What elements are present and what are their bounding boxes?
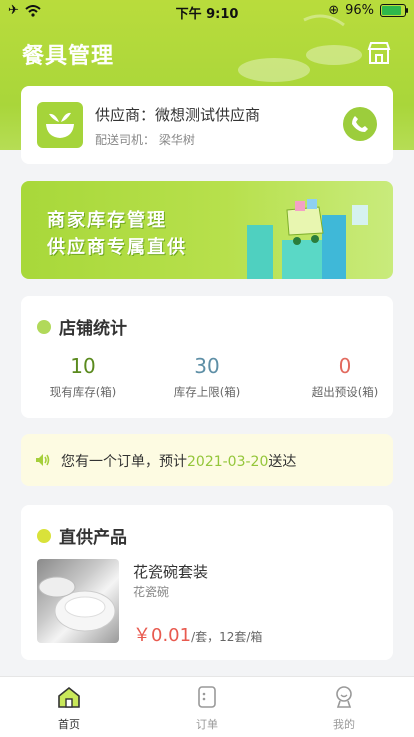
bowl-icon — [46, 112, 74, 138]
promo-banner[interactable]: 商家库存管理 供应商专属直供 — [21, 181, 393, 279]
bottom-tab-bar: 首页 订单 我的 — [0, 676, 414, 737]
notice-text: 您有一个订单，预计2021-03-20送达 — [61, 451, 296, 471]
banner-line1: 商家库存管理 — [47, 210, 167, 231]
notice-suffix: 送达 — [268, 454, 297, 470]
supplier-logo — [37, 102, 83, 148]
tab-orders[interactable]: 订单 — [177, 685, 237, 732]
call-button[interactable] — [343, 107, 377, 141]
battery-icon — [380, 4, 408, 17]
product-price: ￥0.01/套，12套/箱 — [133, 621, 262, 647]
supplier-card: 供应商：微想测试供应商 配送司机： 梁华树 — [21, 86, 393, 164]
notice-date: 2021-03-20 — [187, 454, 269, 470]
stats-section-title: 店铺统计 — [37, 314, 127, 339]
home-icon — [58, 686, 80, 708]
stats-title-text: 店铺统计 — [59, 319, 127, 339]
warehouse-illustration — [247, 199, 368, 279]
speaker-icon — [36, 454, 50, 466]
bowl-set-photo — [38, 576, 116, 632]
product-image[interactable] — [37, 559, 119, 643]
direct-products-card: 直供产品 花瓷碗套装 花瓷碗 ￥0.01/套，12套/箱 — [21, 505, 393, 660]
tab-label: 订单 — [196, 718, 218, 731]
stat-label: 超出预设(箱) — [311, 385, 379, 399]
supplier-name: 供应商：微想测试供应商 — [95, 106, 261, 124]
orientation-lock-icon: ⊕ — [328, 3, 340, 18]
driver-name: 配送司机： 梁华树 — [95, 133, 195, 147]
status-bar: ✈ 下午 9:10 ⊕ 96% — [0, 0, 414, 22]
stat-current-stock[interactable]: 10 现有库存(箱) — [21, 354, 145, 400]
profile-icon — [336, 686, 352, 708]
stat-stock-limit[interactable]: 30 库存上限(箱) — [145, 354, 269, 400]
stat-value: 0 — [338, 354, 352, 378]
products-title-text: 直供产品 — [59, 528, 127, 548]
price-unit: /套，12套/箱 — [191, 630, 263, 644]
store-stats-card: 店铺统计 10 现有库存(箱) 30 库存上限(箱) 0 超出预设(箱) — [21, 296, 393, 418]
stat-label: 现有库存(箱) — [49, 385, 117, 399]
product-subtitle: 花瓷碗 — [133, 585, 170, 599]
store-icon[interactable] — [366, 40, 392, 66]
tab-label: 我的 — [333, 718, 355, 731]
tab-home[interactable]: 首页 — [39, 685, 99, 732]
stat-value: 30 — [194, 354, 220, 378]
stat-label: 库存上限(箱) — [173, 385, 241, 399]
order-icon — [198, 686, 216, 708]
page-title: 餐具管理 — [22, 44, 115, 69]
products-section-title: 直供产品 — [37, 523, 127, 548]
tab-profile[interactable]: 我的 — [314, 685, 374, 732]
title-dot-icon — [37, 319, 51, 334]
battery-percent: 96% — [345, 3, 374, 18]
product-name[interactable]: 花瓷碗套装 — [133, 561, 208, 582]
stat-value: 10 — [70, 354, 96, 378]
tab-label: 首页 — [58, 718, 80, 731]
order-notice[interactable]: 您有一个订单，预计2021-03-20送达 — [21, 434, 393, 486]
notice-prefix: 您有一个订单，预计 — [61, 454, 187, 470]
phone-icon — [352, 116, 368, 132]
banner-line2: 供应商专属直供 — [47, 237, 187, 258]
price-value: ￥0.01 — [133, 625, 192, 646]
stat-over-limit[interactable]: 0 超出预设(箱) — [283, 354, 407, 400]
title-dot-icon — [37, 528, 51, 543]
